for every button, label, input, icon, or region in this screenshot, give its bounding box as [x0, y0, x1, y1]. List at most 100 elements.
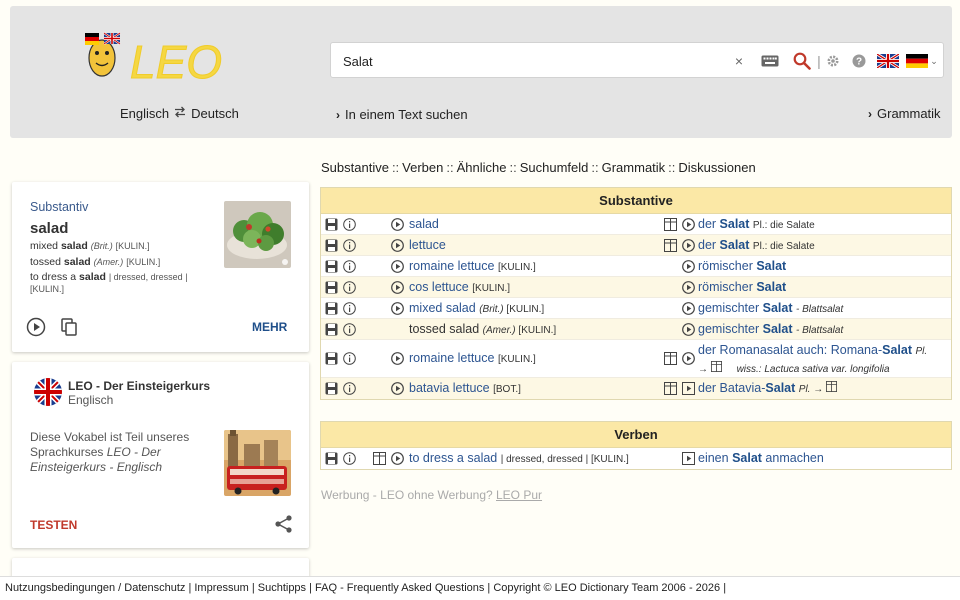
play-audio-icon[interactable] [391, 239, 404, 252]
play-audio-icon[interactable] [391, 218, 404, 231]
en-term[interactable]: lettuce [409, 238, 446, 252]
de-term[interactable]: der Batavia-Salat Pl. → [698, 381, 838, 395]
leo-logo[interactable]: LEO [80, 28, 280, 89]
play-audio-icon[interactable] [682, 260, 695, 273]
play-audio-icon[interactable] [682, 239, 695, 252]
info-icon[interactable] [343, 382, 356, 395]
save-icon[interactable] [325, 382, 338, 395]
search-input[interactable] [343, 51, 723, 71]
play-audio-icon[interactable] [391, 302, 404, 315]
play-audio-icon[interactable] [682, 281, 695, 294]
german-flag-icon [906, 54, 929, 68]
keyboard-icon[interactable] [759, 51, 781, 71]
ad-notice: Werbung - LEO ohne Werbung? LEO Pur [321, 488, 543, 502]
en-term[interactable]: batavia lettuce [BOT.] [409, 381, 521, 395]
play-audio-icon[interactable] [682, 352, 695, 365]
de-term[interactable]: römischer Salat [698, 280, 786, 294]
chevron-right-icon: › [336, 107, 340, 122]
tab-separator: :: [391, 160, 400, 175]
info-icon[interactable] [343, 323, 356, 336]
en-term[interactable]: mixed salad (Brit.) [KULIN.] [409, 301, 544, 315]
tab-grammatik[interactable]: Grammatik [602, 160, 666, 175]
save-icon[interactable] [325, 281, 338, 294]
play-audio-icon[interactable] [391, 452, 404, 465]
tab-aehnliche[interactable]: Ähnliche [457, 160, 507, 175]
word-category: Substantiv [30, 200, 89, 214]
en-term[interactable]: romaine lettuce [KULIN.] [409, 351, 536, 365]
play-audio-icon[interactable] [391, 352, 404, 365]
de-term[interactable]: gemischter Salat - Blattsalat [698, 322, 843, 336]
en-term[interactable]: romaine lettuce [KULIN.] [409, 259, 536, 273]
search-icon[interactable] [791, 51, 813, 71]
help-icon[interactable]: ? [849, 51, 869, 71]
play-audio-icon[interactable] [391, 382, 404, 395]
table-icon [826, 381, 838, 392]
gear-icon[interactable] [823, 51, 843, 71]
save-icon[interactable] [325, 452, 338, 465]
play-audio-icon[interactable] [391, 260, 404, 273]
info-icon[interactable] [343, 302, 356, 315]
play-audio-icon[interactable] [682, 323, 695, 336]
info-icon[interactable] [343, 260, 356, 273]
header-bar: LEO × | ? ⌄ Englisch Deutsch [10, 6, 952, 138]
en-term[interactable]: tossed salad (Amer.) [KULIN.] [409, 322, 556, 336]
table-icon[interactable] [664, 382, 677, 395]
info-icon[interactable] [343, 281, 356, 294]
de-term[interactable]: einen Salat anmachen [698, 451, 824, 465]
copy-icon[interactable] [59, 317, 79, 337]
info-icon[interactable] [343, 452, 356, 465]
play-audio-icon[interactable] [682, 218, 695, 231]
save-icon[interactable] [325, 239, 338, 252]
swap-arrows-icon[interactable] [174, 106, 186, 121]
de-term[interactable]: der Romanasalat auch: Romana-Salat Pl. [698, 343, 927, 357]
course-subtitle: Englisch [68, 393, 114, 407]
tab-verben[interactable]: Verben [402, 160, 443, 175]
uk-flag-icon[interactable] [876, 51, 900, 71]
grammar-link[interactable]: › Grammatik [868, 106, 941, 121]
tab-suchumfeld[interactable]: Suchumfeld [520, 160, 589, 175]
search-box: × | ? ⌄ [330, 42, 944, 78]
text-search-link[interactable]: › In einem Text suchen [336, 107, 468, 122]
salad-image [224, 201, 291, 268]
clear-icon[interactable]: × [731, 51, 747, 71]
tab-diskussionen[interactable]: Diskussionen [678, 160, 755, 175]
de-term[interactable]: der Salat Pl.: die Salate [698, 238, 815, 252]
tab-separator: :: [509, 160, 517, 175]
save-icon[interactable] [325, 302, 338, 315]
play-audio-icon[interactable] [26, 317, 46, 337]
en-term[interactable]: salad [409, 217, 439, 231]
table-icon[interactable] [664, 239, 677, 252]
german-flag-dropdown[interactable]: ⌄ [904, 51, 940, 71]
footer[interactable]: Nutzungsbedingungen / Datenschutz | Impr… [0, 576, 960, 600]
table-icon[interactable] [373, 452, 386, 465]
save-icon[interactable] [325, 218, 338, 231]
table-row: romaine lettuce [KULIN.] der Romanasalat… [321, 340, 951, 378]
en-term[interactable]: to dress a salad | dressed, dressed | [K… [409, 451, 629, 465]
en-term[interactable]: cos lettuce [KULIN.] [409, 280, 510, 294]
share-icon[interactable] [274, 514, 294, 534]
leo-pur-link[interactable]: LEO Pur [496, 488, 542, 502]
play-audio-icon[interactable] [682, 302, 695, 315]
play-video-icon[interactable] [682, 382, 695, 395]
table-row: batavia lettuce [BOT.] der Batavia-Salat… [321, 378, 951, 399]
table-icon [710, 361, 722, 372]
test-button[interactable]: TESTEN [30, 518, 77, 532]
more-link[interactable]: MEHR [252, 320, 287, 334]
save-icon[interactable] [325, 352, 338, 365]
table-icon[interactable] [664, 218, 677, 231]
play-audio-icon[interactable] [391, 281, 404, 294]
info-icon[interactable] [343, 352, 356, 365]
language-pair[interactable]: Englisch Deutsch [120, 106, 239, 121]
tab-substantive[interactable]: Substantive [321, 160, 389, 175]
play-video-icon[interactable] [682, 452, 695, 465]
de-term[interactable]: der Salat Pl.: die Salate [698, 217, 815, 231]
course-title: LEO - Der Einsteigerkurs [68, 379, 211, 393]
uk-flag-icon [34, 378, 62, 406]
de-term[interactable]: gemischter Salat - Blattsalat [698, 301, 843, 315]
de-term[interactable]: römischer Salat [698, 259, 786, 273]
info-icon[interactable] [343, 218, 356, 231]
table-icon[interactable] [664, 352, 677, 365]
info-icon[interactable] [343, 239, 356, 252]
save-icon[interactable] [325, 323, 338, 336]
save-icon[interactable] [325, 260, 338, 273]
